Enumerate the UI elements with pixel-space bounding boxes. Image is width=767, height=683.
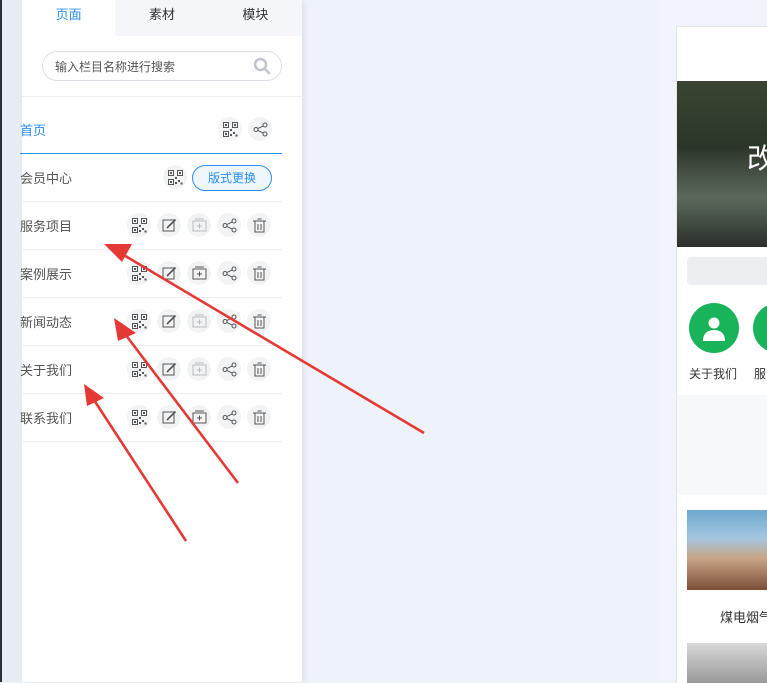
copy-page-icon[interactable]	[187, 405, 211, 429]
copy-page-icon[interactable]	[187, 357, 211, 381]
page-row-member-center[interactable]: 会员中心 版式更换	[20, 154, 282, 202]
qrcode-icon[interactable]	[127, 261, 151, 285]
qrcode-icon[interactable]	[127, 405, 151, 429]
panel-tabs: 页面 素材 模块	[22, 0, 302, 36]
page-name[interactable]: 会员中心	[20, 168, 72, 187]
qrcode-icon[interactable]	[127, 213, 151, 237]
qrcode-icon[interactable]	[127, 309, 151, 333]
page-name[interactable]: 服务项目	[20, 216, 72, 235]
tab-modules[interactable]: 模块	[209, 0, 302, 36]
preview-search-bar	[687, 257, 767, 285]
left-toolbar-edge	[0, 0, 22, 682]
trash-icon[interactable]	[247, 405, 271, 429]
search-input[interactable]	[53, 52, 247, 82]
edit-icon[interactable]	[157, 357, 181, 381]
page-name[interactable]: 案例展示	[20, 264, 72, 283]
layout-switch-button[interactable]: 版式更换	[192, 165, 272, 191]
edit-icon[interactable]	[157, 309, 181, 333]
edit-icon[interactable]	[157, 261, 181, 285]
qrcode-icon[interactable]	[127, 357, 151, 381]
news-thumbnail[interactable]	[687, 643, 767, 683]
copy-page-icon[interactable]	[187, 261, 211, 285]
banner-text: 改	[747, 137, 767, 177]
page-list: 首页 会员中心 版式更换 服务项目 案例展示 新闻动态 关于我们 联系我们	[20, 106, 282, 442]
nav-about-circle[interactable]	[689, 303, 739, 353]
copy-page-icon[interactable]	[187, 213, 211, 237]
nav-services-circle[interactable]	[753, 303, 767, 353]
share-icon[interactable]	[217, 405, 241, 429]
page-name[interactable]: 关于我们	[20, 360, 72, 379]
search-icon[interactable]	[253, 57, 271, 75]
page-row-home[interactable]: 首页	[20, 106, 282, 154]
search-box	[42, 51, 282, 82]
tab-materials[interactable]: 素材	[115, 0, 208, 36]
trash-icon[interactable]	[247, 357, 271, 381]
page-row-cases[interactable]: 案例展示	[20, 250, 282, 298]
share-icon[interactable]	[217, 309, 241, 333]
page-row-contact[interactable]: 联系我们	[20, 394, 282, 442]
search-area	[22, 36, 302, 97]
page-row-about[interactable]: 关于我们	[20, 346, 282, 394]
tab-pages[interactable]: 页面	[22, 0, 116, 36]
trash-icon[interactable]	[247, 261, 271, 285]
share-icon[interactable]	[217, 357, 241, 381]
page-row-news[interactable]: 新闻动态	[20, 298, 282, 346]
user-icon	[703, 317, 725, 341]
share-icon[interactable]	[217, 261, 241, 285]
site-preview: 改 关于我们 服 煤电烟气	[676, 26, 767, 683]
page-row-services[interactable]: 服务项目	[20, 202, 282, 250]
page-name[interactable]: 首页	[20, 120, 46, 139]
share-icon[interactable]	[248, 117, 272, 141]
banner-image: 改	[677, 81, 767, 247]
section-divider	[677, 395, 767, 495]
qrcode-icon[interactable]	[218, 117, 242, 141]
page-name[interactable]: 联系我们	[20, 408, 72, 427]
edit-icon[interactable]	[157, 405, 181, 429]
copy-page-icon[interactable]	[187, 309, 211, 333]
qrcode-icon[interactable]	[163, 165, 187, 189]
page-name[interactable]: 新闻动态	[20, 312, 72, 331]
nav-label: 服	[754, 367, 767, 381]
share-icon[interactable]	[217, 213, 241, 237]
trash-icon[interactable]	[247, 309, 271, 333]
news-caption: 煤电烟气	[720, 611, 767, 626]
trash-icon[interactable]	[247, 213, 271, 237]
news-thumbnail[interactable]	[687, 510, 767, 590]
nav-label: 关于我们	[689, 367, 738, 381]
edit-icon[interactable]	[157, 213, 181, 237]
